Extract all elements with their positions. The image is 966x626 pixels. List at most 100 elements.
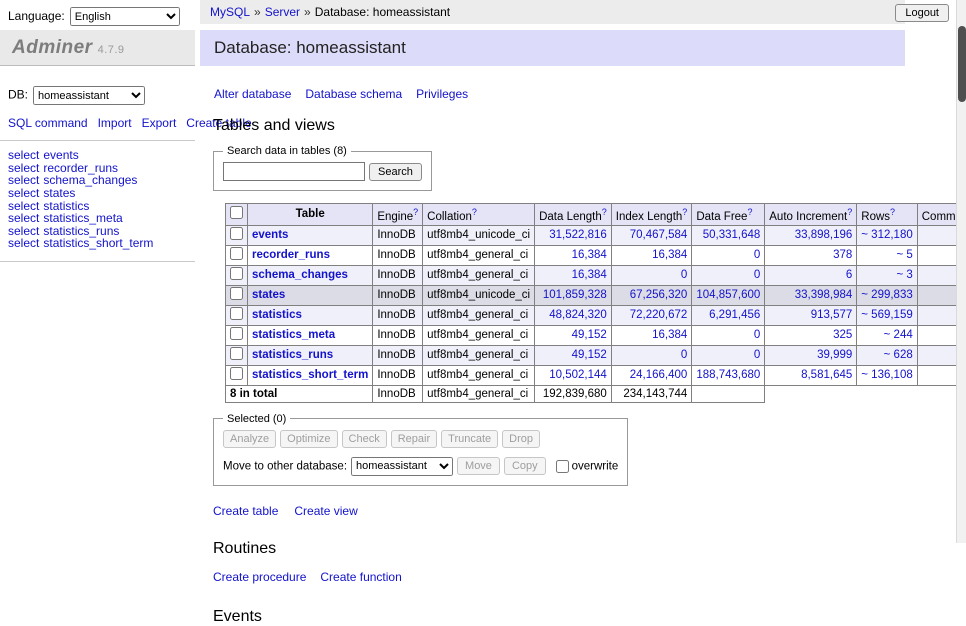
language-select[interactable]: English — [70, 7, 180, 26]
table-name-link[interactable]: schema_changes — [252, 269, 348, 281]
index-length-link[interactable]: 70,467,584 — [630, 229, 688, 241]
rows-count-link[interactable]: ~ 299,833 — [861, 289, 912, 301]
auto-increment-link[interactable]: 33,898,196 — [795, 229, 853, 241]
rows-count-link[interactable]: ~ 628 — [884, 349, 913, 361]
database-action-link[interactable]: Database schema — [305, 87, 402, 101]
table-name-link[interactable]: statistics — [252, 309, 302, 321]
search-button[interactable]: Search — [369, 163, 422, 181]
db-select[interactable]: homeassistant — [33, 86, 145, 105]
tables-overview-table: Table Engine? Collation? Data Length? In… — [225, 203, 966, 403]
index-length-link[interactable]: 24,166,400 — [630, 369, 688, 381]
search-input[interactable] — [223, 162, 365, 181]
data-length-link[interactable]: 16,384 — [572, 249, 607, 261]
rows-count-link[interactable]: ~ 5 — [896, 249, 912, 261]
index-length-link[interactable]: 0 — [681, 269, 687, 281]
auto-increment-link[interactable]: 6 — [846, 269, 852, 281]
column-help-link[interactable]: ? — [847, 207, 852, 217]
rows-count-link[interactable]: ~ 312,180 — [861, 229, 912, 241]
column-help-link[interactable]: ? — [472, 207, 477, 217]
index-length-link[interactable]: 0 — [681, 349, 687, 361]
table-name-link[interactable]: statistics_meta — [252, 329, 335, 341]
sidebar-action-link[interactable]: SQL command — [8, 116, 88, 130]
selected-action-button[interactable]: Truncate — [441, 430, 498, 448]
row-checkbox[interactable] — [230, 307, 243, 320]
row-checkbox[interactable] — [230, 227, 243, 240]
data-free-link[interactable]: 0 — [754, 329, 760, 341]
sidebar-select-link[interactable]: select — [8, 186, 39, 200]
overwrite-checkbox[interactable] — [556, 460, 569, 473]
copy-button[interactable]: Copy — [504, 457, 546, 475]
row-checkbox[interactable] — [230, 287, 243, 300]
create-link[interactable]: Create table — [213, 504, 278, 518]
column-help-link[interactable]: ? — [413, 207, 418, 217]
rows-count-link[interactable]: ~ 136,108 — [861, 369, 912, 381]
table-name-link[interactable]: statistics_runs — [252, 349, 333, 361]
column-help-link[interactable]: ? — [602, 207, 607, 217]
database-action-link[interactable]: Alter database — [214, 87, 291, 101]
data-free-link[interactable]: 0 — [754, 349, 760, 361]
table-name-link[interactable]: recorder_runs — [252, 249, 330, 261]
data-free-link[interactable]: 50,331,648 — [703, 229, 761, 241]
row-checkbox[interactable] — [230, 347, 243, 360]
data-length-link[interactable]: 16,384 — [572, 269, 607, 281]
rows-count-link[interactable]: ~ 3 — [896, 269, 912, 281]
rows-count-link[interactable]: ~ 569,159 — [861, 309, 912, 321]
column-help-link[interactable]: ? — [890, 207, 895, 217]
selected-action-button[interactable]: Drop — [502, 430, 540, 448]
data-length-link[interactable]: 101,859,328 — [543, 289, 607, 301]
auto-increment-link[interactable]: 378 — [833, 249, 852, 261]
index-length-link[interactable]: 16,384 — [652, 249, 687, 261]
data-free-link[interactable]: 0 — [754, 249, 760, 261]
auto-increment-link[interactable]: 913,577 — [811, 309, 853, 321]
row-checkbox[interactable] — [230, 247, 243, 260]
data-length-link[interactable]: 10,502,144 — [549, 369, 607, 381]
auto-increment-link[interactable]: 325 — [833, 329, 852, 341]
row-checkbox[interactable] — [230, 267, 243, 280]
breadcrumb-server-link[interactable]: Server — [265, 5, 300, 19]
breadcrumb-mysql-link[interactable]: MySQL — [210, 5, 250, 19]
index-length-link[interactable]: 72,220,672 — [630, 309, 688, 321]
data-free-link[interactable]: 104,857,600 — [696, 289, 760, 301]
auto-increment-link[interactable]: 39,999 — [817, 349, 852, 361]
table-name-link[interactable]: states — [252, 289, 285, 301]
data-length-link[interactable]: 31,522,816 — [549, 229, 607, 241]
auto-increment-link[interactable]: 8,581,645 — [801, 369, 852, 381]
move-db-select[interactable]: homeassistant — [351, 457, 453, 476]
overwrite-label[interactable]: overwrite — [572, 460, 619, 472]
sidebar-action-link[interactable]: Export — [142, 116, 177, 130]
sidebar-action-link[interactable]: Import — [98, 116, 132, 130]
column-help-link[interactable]: ? — [747, 207, 752, 217]
routine-create-link[interactable]: Create procedure — [213, 570, 306, 584]
selected-action-button[interactable]: Repair — [391, 430, 437, 448]
rows-count-link[interactable]: ~ 244 — [884, 329, 913, 341]
logout-button[interactable]: Logout — [895, 4, 949, 22]
data-free-link[interactable]: 188,743,680 — [696, 369, 760, 381]
data-length-link[interactable]: 49,152 — [572, 349, 607, 361]
routine-create-link[interactable]: Create function — [320, 570, 401, 584]
sidebar-table-link[interactable]: statistics_short_term — [43, 236, 153, 250]
data-length-link[interactable]: 49,152 — [572, 329, 607, 341]
vertical-scrollbar[interactable] — [956, 0, 966, 543]
table-name-link[interactable]: events — [252, 229, 288, 241]
scrollbar-thumb[interactable] — [958, 26, 966, 102]
row-checkbox[interactable] — [230, 367, 243, 380]
data-free-link[interactable]: 0 — [754, 269, 760, 281]
row-checkbox[interactable] — [230, 327, 243, 340]
table-name-link[interactable]: statistics_short_term — [252, 369, 368, 381]
selected-action-button[interactable]: Optimize — [280, 430, 337, 448]
data-free-link[interactable]: 6,291,456 — [709, 309, 760, 321]
column-help-link[interactable]: ? — [682, 207, 687, 217]
selected-action-button[interactable]: Analyze — [223, 430, 276, 448]
auto-increment-link[interactable]: 33,398,984 — [795, 289, 853, 301]
data-length-link[interactable]: 48,824,320 — [549, 309, 607, 321]
database-action-link[interactable]: Privileges — [416, 87, 468, 101]
move-button[interactable]: Move — [457, 457, 500, 475]
db-label: DB: — [8, 88, 28, 102]
select-all-checkbox[interactable] — [230, 206, 243, 219]
index-length-link[interactable]: 67,256,320 — [630, 289, 688, 301]
brand-name[interactable]: Adminer — [12, 37, 93, 58]
index-length-link[interactable]: 16,384 — [652, 329, 687, 341]
sidebar-select-link[interactable]: select — [8, 236, 39, 250]
selected-action-button[interactable]: Check — [342, 430, 387, 448]
create-link[interactable]: Create view — [294, 504, 357, 518]
